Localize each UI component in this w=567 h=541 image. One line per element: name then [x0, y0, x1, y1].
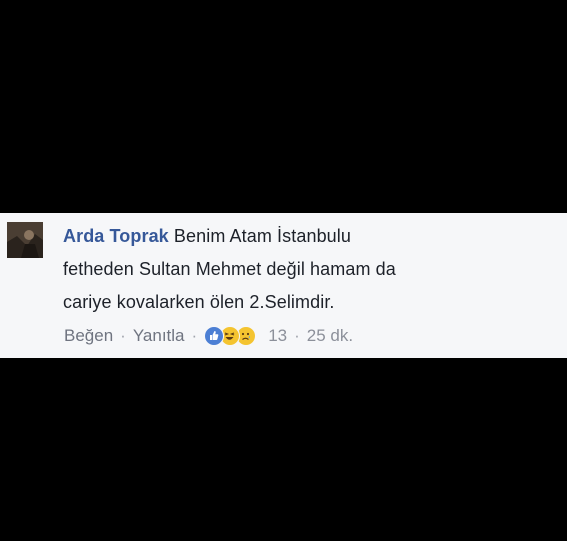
comment-body: Arda Toprak Benim Atam İstanbulu fethede…	[63, 220, 533, 319]
comment-text-line-3: cariye kovalarken ölen 2.Selimdir.	[63, 292, 335, 312]
reactions-summary[interactable]	[204, 326, 257, 346]
reaction-count[interactable]: 13	[268, 326, 287, 346]
avatar[interactable]	[7, 222, 43, 258]
timestamp[interactable]: 25 dk.	[307, 326, 353, 346]
separator: ·	[294, 326, 300, 345]
comment-actions: Beğen · Yanıtla · 13 · 25 dk.	[64, 324, 353, 348]
like-icon	[204, 326, 225, 346]
comment-card: Arda Toprak Benim Atam İstanbulu fethede…	[0, 213, 567, 358]
separator: ·	[120, 326, 126, 345]
comment-text-line-2: fetheden Sultan Mehmet değil hamam da	[63, 259, 396, 279]
reply-button[interactable]: Yanıtla	[133, 326, 185, 346]
screenshot-frame: Arda Toprak Benim Atam İstanbulu fethede…	[0, 0, 567, 541]
separator: ·	[191, 326, 198, 345]
author-name[interactable]: Arda Toprak	[63, 226, 169, 246]
comment-text-line-1: Benim Atam İstanbulu	[173, 226, 352, 246]
like-button[interactable]: Beğen	[64, 326, 113, 346]
